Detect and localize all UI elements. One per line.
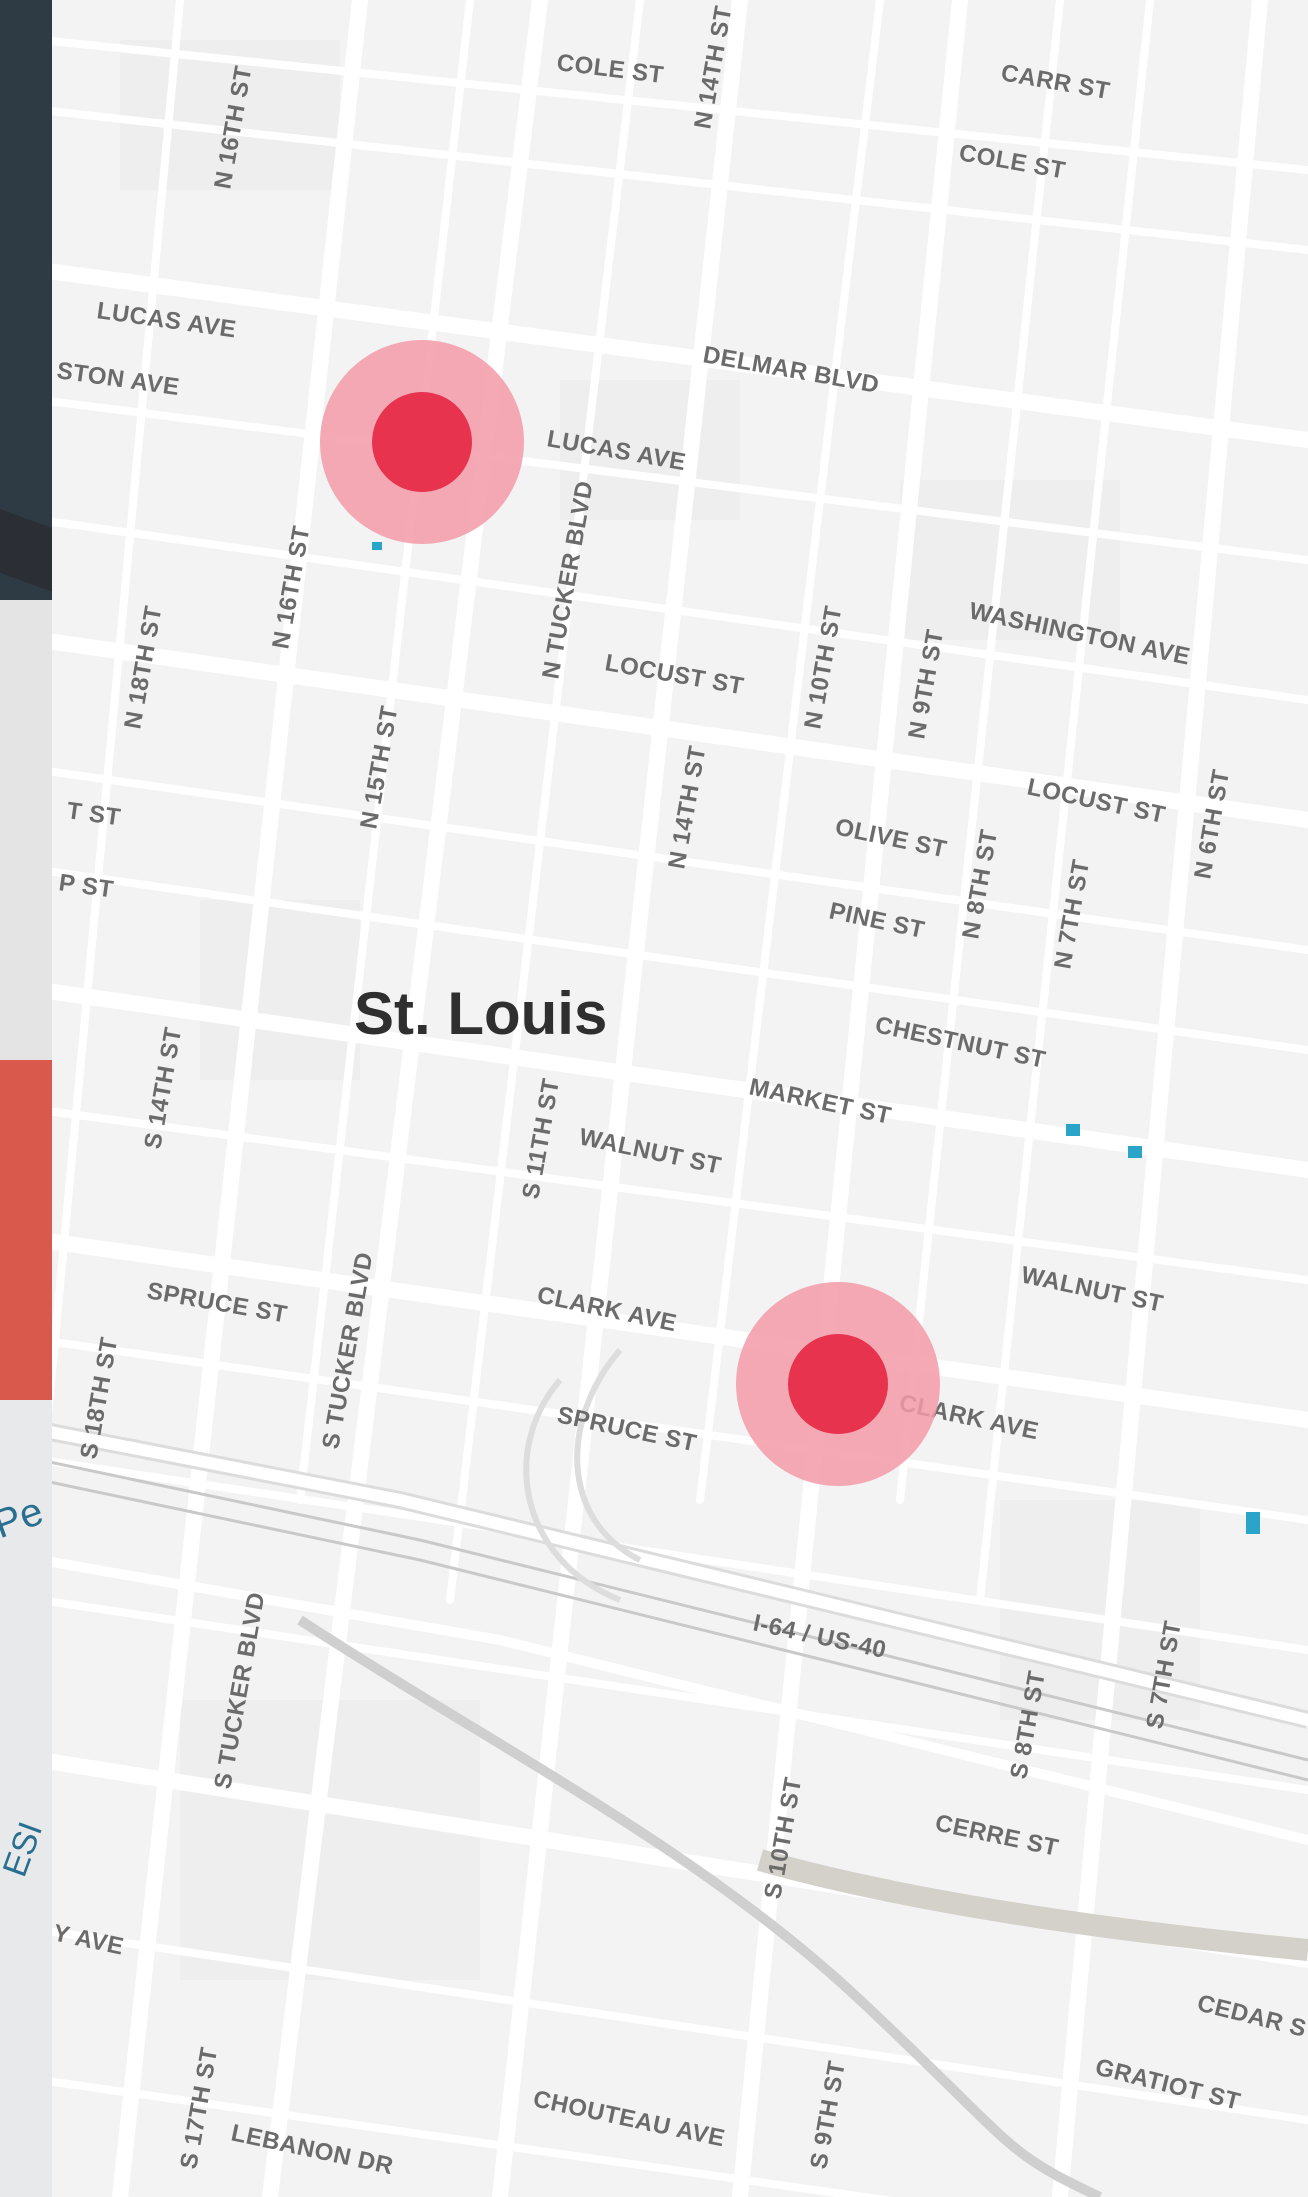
- panel-light-section: [0, 600, 52, 1060]
- marker-core: [788, 1334, 888, 1434]
- poi-icon: [372, 542, 382, 550]
- map-view[interactable]: COLE ST CARR ST COLE ST N 16TH ST N 14TH…: [0, 0, 1308, 2197]
- left-panel-edge: Pe ESI: [0, 0, 52, 2197]
- poi-icon: [1246, 1512, 1260, 1534]
- poi-icon: [1128, 1146, 1142, 1158]
- city-label: St. Louis: [354, 980, 607, 1047]
- panel-dark-section: [0, 0, 52, 600]
- marker-north[interactable]: [320, 340, 524, 544]
- poi-icon: [1066, 1124, 1080, 1136]
- marker-core: [372, 392, 472, 492]
- street-map[interactable]: COLE ST CARR ST COLE ST N 16TH ST N 14TH…: [0, 0, 1308, 2197]
- marker-south[interactable]: [736, 1282, 940, 1486]
- panel-red-section: [0, 1060, 52, 1400]
